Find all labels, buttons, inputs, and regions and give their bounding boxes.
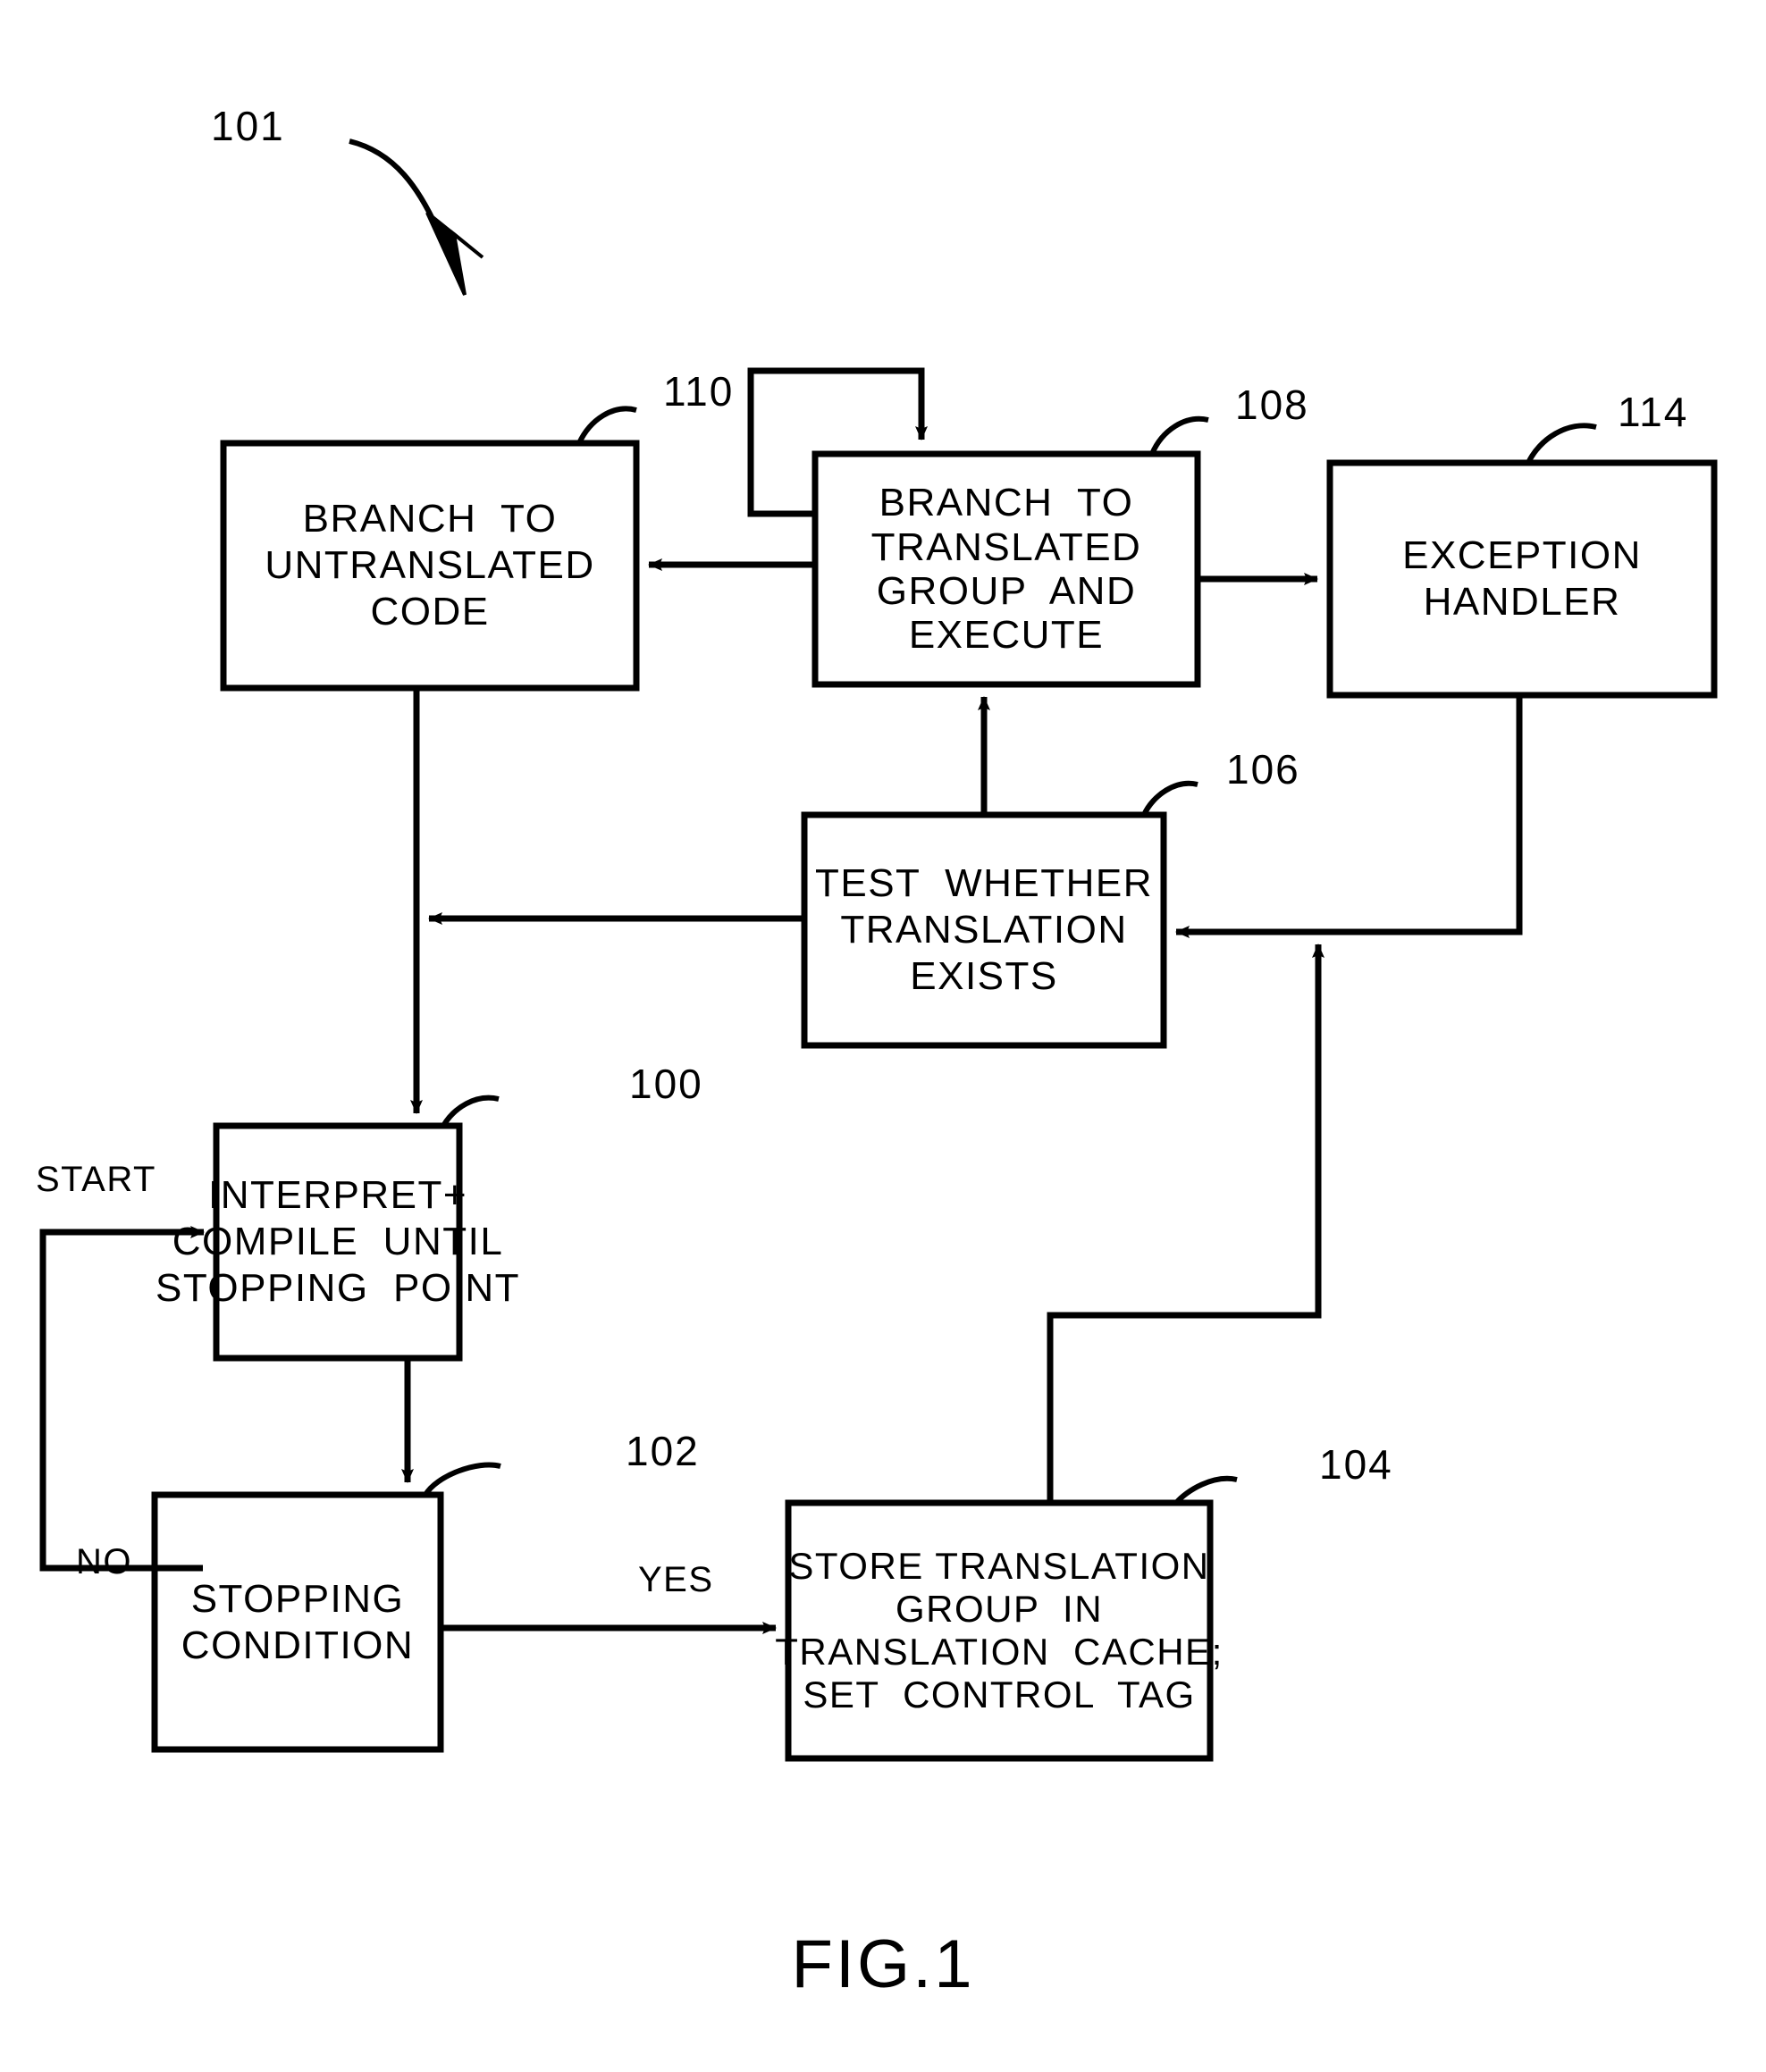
leader-101-arrowhead: [425, 211, 484, 296]
ref-number-104: 104: [1319, 1441, 1393, 1488]
box-outline-108: [812, 450, 1201, 688]
box-outline-102: [151, 1491, 444, 1753]
leader-108: [1149, 415, 1209, 456]
box-outline-106: [801, 811, 1167, 1049]
box-outline-104: [785, 1499, 1214, 1762]
leader-100: [441, 1095, 500, 1128]
edge-label-no: NO: [76, 1542, 132, 1581]
edge-label-yes: YES: [638, 1560, 714, 1599]
leader-101: [349, 138, 446, 245]
connector-104-to-106: [1047, 944, 1324, 1503]
box-outline-114: [1326, 459, 1718, 699]
flowchart-connectors: [39, 138, 1718, 1762]
edge-label-start: START: [36, 1160, 156, 1199]
leader-114: [1526, 423, 1597, 465]
leader-106: [1141, 780, 1198, 817]
leader-102: [423, 1462, 501, 1497]
leader-104: [1173, 1475, 1238, 1506]
leader-110: [576, 406, 637, 445]
connector-102-to-100-no: [39, 1226, 205, 1572]
patent-figure: BRANCH TO UNTRANSLATED CODE BRANCH TO TR…: [0, 0, 1766, 2072]
ref-number-101: 101: [211, 103, 285, 149]
ref-number-108: 108: [1235, 382, 1309, 428]
figure-caption: FIG.1: [791, 1926, 975, 2002]
ref-number-106: 106: [1226, 746, 1300, 793]
connector-114-to-106: [1175, 695, 1523, 938]
ref-number-102: 102: [626, 1428, 700, 1474]
box-outline-110: [220, 440, 640, 692]
ref-number-114: 114: [1618, 389, 1689, 435]
ref-number-110: 110: [663, 368, 735, 415]
box-outline-100: [213, 1122, 463, 1362]
connector-loop-108: [747, 367, 928, 517]
ref-number-100: 100: [629, 1061, 703, 1107]
